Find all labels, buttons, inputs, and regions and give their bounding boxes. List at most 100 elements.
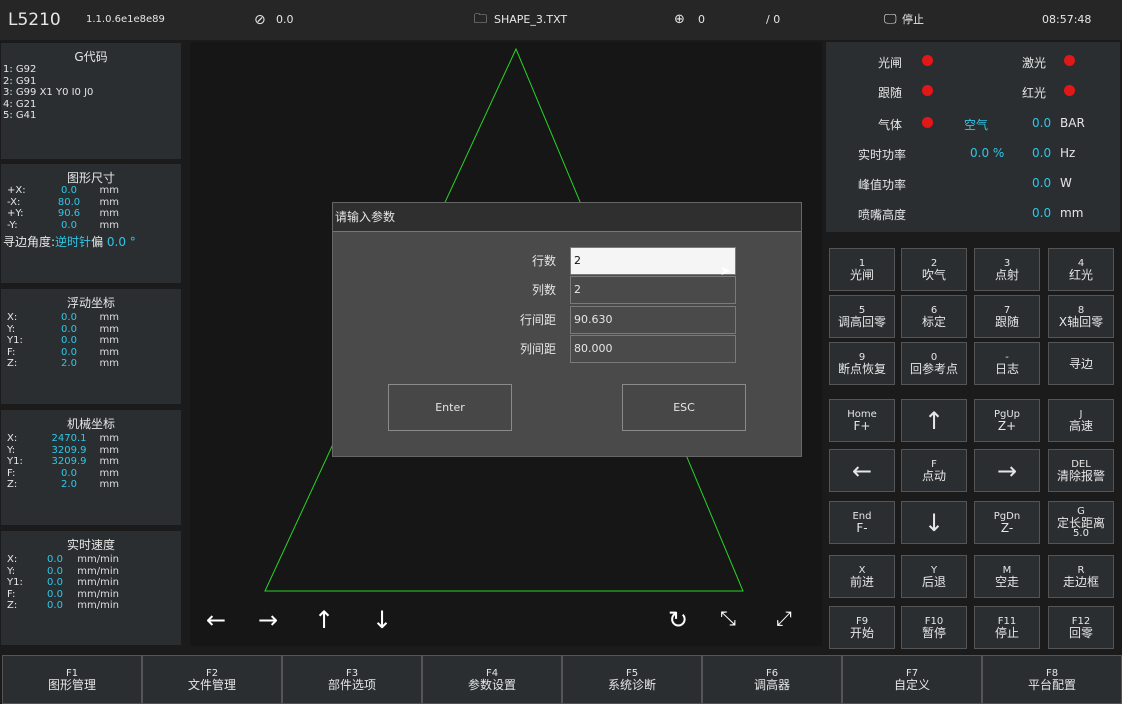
key-button[interactable]: ↓ xyxy=(901,501,967,544)
rt-power-value: 0.0 % xyxy=(970,146,1005,160)
coord-unit: mm xyxy=(99,335,119,346)
follow-label: 跟随 xyxy=(878,86,903,100)
arrow-left-icon[interactable]: ← xyxy=(206,606,226,634)
key-button[interactable]: Home F+ xyxy=(829,399,895,442)
function-key[interactable]: F6 调高器 xyxy=(702,655,842,704)
key-label: F- xyxy=(856,520,868,535)
bar-value: 0.0 xyxy=(1032,116,1052,130)
key-button[interactable]: → xyxy=(974,449,1040,492)
key-code: End xyxy=(852,510,872,522)
gcode-line: 5: G41 xyxy=(3,110,37,121)
key-button[interactable]: R 走边框 xyxy=(1048,555,1114,598)
hz-value: 0.0 xyxy=(1032,146,1052,160)
gcode-line: 1: G92 xyxy=(3,64,37,75)
key-button[interactable]: F11 停止 xyxy=(974,606,1040,649)
key-button[interactable]: G 定长距离 5.0 xyxy=(1048,501,1114,544)
function-key[interactable]: F5 系统诊断 xyxy=(562,655,702,704)
file-name: SHAPE_3.TXT xyxy=(494,13,568,26)
key-button[interactable]: J 高速 xyxy=(1048,399,1114,442)
key-button[interactable]: F 点动 xyxy=(901,449,967,492)
key-button[interactable]: 9 断点恢复 xyxy=(829,342,895,385)
key-button[interactable]: 6 标定 xyxy=(901,295,967,338)
key-label: 断点恢复 xyxy=(837,361,886,376)
offset-value: 0.0 ° xyxy=(106,235,136,249)
red-light-label: 红光 xyxy=(1022,86,1047,100)
nozzle-height-label: 喷嘴高度 xyxy=(858,208,907,222)
fkey-label: 调高器 xyxy=(753,677,790,692)
coord-label: Y: xyxy=(7,444,16,456)
row-gap-field[interactable]: 90.630 xyxy=(570,306,736,334)
arrow-icon: ← xyxy=(851,456,873,485)
key-button[interactable]: 7 跟随 xyxy=(974,295,1040,338)
key-code: M xyxy=(1002,564,1012,576)
follow-led xyxy=(922,85,933,96)
cols-field[interactable]: 2 xyxy=(570,276,736,304)
key-button[interactable]: ← xyxy=(829,449,895,492)
fkey-code: F3 xyxy=(345,667,359,679)
key-button[interactable]: F12 回零 xyxy=(1048,606,1114,649)
key-button[interactable]: PgUp Z+ xyxy=(974,399,1040,442)
function-key[interactable]: F3 部件选项 xyxy=(282,655,422,704)
key-code: - xyxy=(1005,351,1009,363)
key-code: PgUp xyxy=(993,408,1021,420)
fkey-code: F4 xyxy=(485,667,499,679)
key-code: 1 xyxy=(858,257,866,269)
function-key[interactable]: F4 参数设置 xyxy=(422,655,562,704)
key-button[interactable]: F10 暂停 xyxy=(901,606,967,649)
shrink-icon[interactable]: ⤡ xyxy=(720,606,736,630)
coord-label: Y: xyxy=(7,323,16,335)
fkey-label: 自定义 xyxy=(893,677,930,692)
gcode-line: 3: G99 X1 Y0 I0 J0 xyxy=(3,87,94,98)
key-code: F xyxy=(931,458,937,470)
coord-label: Y1: xyxy=(7,456,23,467)
key-button[interactable]: 3 点射 xyxy=(974,248,1040,291)
key-label: 点动 xyxy=(921,468,946,483)
key-label: 回参考点 xyxy=(909,361,958,376)
row-gap-label: 行间距 xyxy=(519,313,556,327)
key-label: 寻边 xyxy=(1068,356,1093,371)
key-button[interactable]: PgDn Z- xyxy=(974,501,1040,544)
esc-button[interactable]: ESC xyxy=(622,384,746,431)
arrow-right-icon[interactable]: → xyxy=(258,606,278,634)
key-button[interactable]: 1 光闸 xyxy=(829,248,895,291)
arrow-down-icon[interactable]: ↓ xyxy=(372,606,392,634)
col-gap-label: 列间距 xyxy=(519,342,556,356)
key-button[interactable]: ↑ xyxy=(901,399,967,442)
coord-unit: mm xyxy=(99,444,119,456)
key-button[interactable]: Y 后退 xyxy=(901,555,967,598)
shutter-led xyxy=(922,55,933,66)
key-button[interactable]: M 空走 xyxy=(974,555,1040,598)
key-label: 定长距离 xyxy=(1056,515,1105,530)
function-key[interactable]: F2 文件管理 xyxy=(142,655,282,704)
speed-unit: mm/min xyxy=(77,588,119,600)
edge-direction[interactable]: 逆时针 xyxy=(55,235,91,249)
shape-label: -X: xyxy=(7,196,21,208)
key-button[interactable]: X 前进 xyxy=(829,555,895,598)
key-button[interactable]: - 日志 xyxy=(974,342,1040,385)
arrow-up-icon[interactable]: ↑ xyxy=(314,606,334,634)
rows-field[interactable]: 2 xyxy=(570,247,736,275)
mech-coord-title: 机械坐标 xyxy=(66,417,115,431)
key-button[interactable]: 寻边 xyxy=(1048,342,1114,385)
function-key[interactable]: F7 自定义 xyxy=(842,655,982,704)
shape-unit: mm xyxy=(99,208,119,219)
expand-icon[interactable]: ⤢ xyxy=(776,606,792,630)
col-gap-field[interactable]: 80.000 xyxy=(570,335,736,363)
key-button[interactable]: 0 回参考点 xyxy=(901,342,967,385)
key-button[interactable]: 2 吹气 xyxy=(901,248,967,291)
function-key[interactable]: F8 平台配置 xyxy=(982,655,1122,704)
key-code: F11 xyxy=(997,615,1017,627)
refresh-icon[interactable]: ↻ xyxy=(668,606,688,634)
key-button[interactable]: DEL 清除报警 xyxy=(1048,449,1114,492)
key-button[interactable]: 5 调高回零 xyxy=(829,295,895,338)
float-coord-title: 浮动坐标 xyxy=(66,296,115,310)
speed-unit: mm/min xyxy=(77,577,119,588)
key-button[interactable]: 4 红光 xyxy=(1048,248,1114,291)
speed-unit: mm/min xyxy=(77,565,119,577)
key-button[interactable]: End F- xyxy=(829,501,895,544)
count-value: 0 xyxy=(698,13,705,26)
enter-button[interactable]: Enter xyxy=(388,384,512,431)
key-button[interactable]: F9 开始 xyxy=(829,606,895,649)
key-button[interactable]: 8 X轴回零 xyxy=(1048,295,1114,338)
function-key[interactable]: F1 图形管理 xyxy=(2,655,142,704)
